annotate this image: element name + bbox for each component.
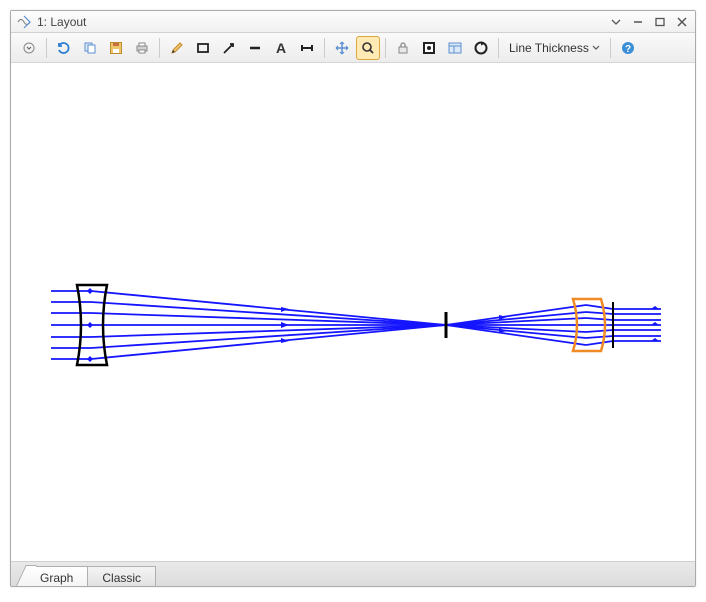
- window-title: 1: Layout: [37, 15, 86, 29]
- line-icon[interactable]: [243, 36, 267, 60]
- tabstrip: Graph Classic: [11, 562, 695, 586]
- toolbar: A Line Thickness ?: [11, 33, 695, 63]
- print-icon[interactable]: [130, 36, 154, 60]
- options-dropdown-icon[interactable]: [17, 36, 41, 60]
- help-icon[interactable]: ?: [616, 36, 640, 60]
- window-menu-down-icon[interactable]: [609, 15, 623, 29]
- tab-classic-label: Classic: [102, 571, 141, 585]
- lock-icon[interactable]: [391, 36, 415, 60]
- fit-extents-icon[interactable]: [417, 36, 441, 60]
- text-icon[interactable]: A: [269, 36, 293, 60]
- maximize-icon[interactable]: [653, 15, 667, 29]
- save-icon[interactable]: [104, 36, 128, 60]
- svg-text:?: ?: [625, 44, 631, 55]
- separator: [324, 38, 325, 58]
- layout-viewer-window: 1: Layout: [10, 10, 696, 587]
- minimize-icon[interactable]: [631, 15, 645, 29]
- window-layout-icon[interactable]: [443, 36, 467, 60]
- app-icon: [17, 15, 31, 29]
- refresh-icon[interactable]: [52, 36, 76, 60]
- separator: [385, 38, 386, 58]
- separator: [610, 38, 611, 58]
- copy-icon[interactable]: [78, 36, 102, 60]
- rectangle-icon[interactable]: [191, 36, 215, 60]
- update-icon[interactable]: [469, 36, 493, 60]
- tab-classic[interactable]: Classic: [87, 566, 156, 586]
- chevron-down-icon: [592, 44, 600, 52]
- separator: [46, 38, 47, 58]
- separator: [159, 38, 160, 58]
- tab-graph[interactable]: Graph: [25, 566, 88, 586]
- tab-graph-label: Graph: [40, 571, 73, 585]
- line-thickness-label: Line Thickness: [509, 41, 589, 55]
- layout-canvas[interactable]: [11, 63, 695, 562]
- zoom-icon[interactable]: [356, 36, 380, 60]
- titlebar: 1: Layout: [11, 11, 695, 33]
- line-thickness-dropdown[interactable]: Line Thickness: [504, 37, 605, 59]
- separator: [498, 38, 499, 58]
- window-controls: [609, 15, 689, 29]
- pan-icon[interactable]: [330, 36, 354, 60]
- dimension-icon[interactable]: [295, 36, 319, 60]
- text-glyph: A: [276, 40, 286, 56]
- pencil-icon[interactable]: [165, 36, 189, 60]
- close-icon[interactable]: [675, 15, 689, 29]
- ray-layout-diagram: [11, 63, 695, 561]
- arrow-icon[interactable]: [217, 36, 241, 60]
